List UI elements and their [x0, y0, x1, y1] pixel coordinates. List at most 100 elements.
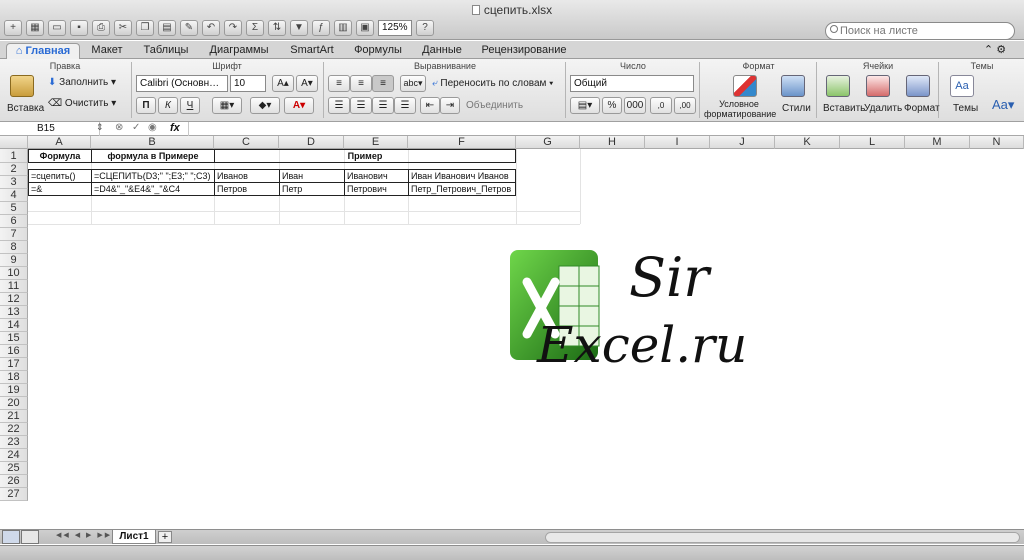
column-header-d[interactable]: D [279, 136, 344, 149]
sort-icon[interactable]: ⇅ [268, 20, 286, 36]
sheet-navigation-icon[interactable]: ◀◀ ◀ ▶ ▶▶ [56, 531, 112, 539]
percent-button[interactable]: % [602, 97, 622, 114]
column-header-f[interactable]: F [408, 136, 516, 149]
tab-tables[interactable]: Таблицы [134, 43, 198, 59]
row-header[interactable]: 14 [0, 319, 28, 332]
cell-styles-button[interactable]: Стили [782, 103, 811, 114]
function-icon[interactable]: ƒ [312, 20, 330, 36]
ribbon-collapse-icon[interactable]: ⌃ ⚙ [980, 43, 1010, 59]
tab-formulas[interactable]: Формулы [346, 43, 410, 59]
row-header[interactable]: 11 [0, 280, 28, 293]
sheet-tab-list1[interactable]: Лист1 [112, 530, 156, 544]
name-box-stepper-icon[interactable]: ⇕ [96, 122, 104, 133]
normal-view-icon[interactable] [2, 530, 20, 544]
tab-home[interactable]: ⌂ Главная [6, 43, 80, 59]
row-header[interactable]: 10 [0, 267, 28, 280]
align-right-button[interactable]: ☰ [372, 97, 394, 114]
delete-cells-icon[interactable] [866, 75, 890, 97]
row-header[interactable]: 21 [0, 410, 28, 423]
cell-e4[interactable]: Петрович [344, 182, 409, 196]
font-name-select[interactable]: Calibri (Основн… [136, 75, 228, 92]
search-input[interactable]: Поиск на листе [825, 22, 1015, 40]
cell-a4[interactable]: =& [28, 182, 92, 196]
filter-icon[interactable]: ▼ [290, 20, 308, 36]
templates-icon[interactable]: ▦ [26, 20, 44, 36]
gallery-icon[interactable]: ▥ [334, 20, 352, 36]
row-header[interactable]: 22 [0, 423, 28, 436]
row-header[interactable]: 4 [0, 189, 28, 202]
redo-icon[interactable]: ↷ [224, 20, 242, 36]
paste-clipboard-icon[interactable] [10, 75, 34, 97]
cell-f3[interactable]: Иван Иванович Иванов [408, 169, 516, 183]
column-header-n[interactable]: N [970, 136, 1024, 149]
cell-b3[interactable]: =СЦЕПИТЬ(D3;" ";E3;" ";C3) [91, 169, 215, 183]
row-header[interactable]: 26 [0, 475, 28, 488]
justify-button[interactable]: ☰ [394, 97, 416, 114]
save-icon[interactable]: ▪ [70, 20, 88, 36]
column-header-k[interactable]: K [775, 136, 840, 149]
column-header-e[interactable]: E [344, 136, 408, 149]
wrap-text-button[interactable]: ⤶ Переносить по словам ▾ [432, 78, 553, 89]
row-header[interactable]: 9 [0, 254, 28, 267]
tab-review[interactable]: Рецензирование [474, 43, 574, 59]
row-header[interactable]: 12 [0, 293, 28, 306]
paste-button[interactable]: Вставка [7, 103, 44, 114]
insert-function-button[interactable]: fx [170, 122, 180, 134]
themes-icon[interactable]: Aa [950, 75, 974, 97]
themes-button[interactable]: Темы [953, 103, 978, 114]
insert-cells-icon[interactable] [826, 75, 850, 97]
conditional-format-icon[interactable] [733, 75, 757, 97]
cut-icon[interactable]: ✂ [114, 20, 132, 36]
cell-a3[interactable]: =сцепить() [28, 169, 92, 183]
font-size-select[interactable]: 10 [230, 75, 266, 92]
align-left-button[interactable]: ☰ [328, 97, 350, 114]
cell-b4[interactable]: =D4&"_"&E4&"_"&C4 [91, 182, 215, 196]
increase-decimal-button[interactable]: ,0 [650, 97, 672, 114]
help-icon[interactable]: ? [416, 20, 434, 36]
cell-d3[interactable]: Иван [279, 169, 345, 183]
font-color-button[interactable]: A▾ [284, 97, 314, 114]
row-header[interactable]: 2 [0, 163, 28, 176]
cell-b1[interactable]: формула в Примере [91, 149, 215, 163]
format-cells-icon[interactable] [906, 75, 930, 97]
tab-layout[interactable]: Макет [82, 43, 132, 59]
decrease-decimal-button[interactable]: ,00 [674, 97, 696, 114]
column-header-l[interactable]: L [840, 136, 905, 149]
name-box[interactable]: B15 [0, 122, 100, 136]
clear-button[interactable]: ⌫ Очистить ▾ [48, 98, 116, 109]
zoom-select[interactable]: 125% [378, 20, 412, 36]
accounting-format-button[interactable]: ▤▾ [570, 97, 600, 114]
comma-style-button[interactable]: 000 [624, 97, 646, 114]
column-header-a[interactable]: A [28, 136, 91, 149]
bold-button[interactable]: П [136, 97, 156, 114]
borders-button[interactable]: ▦▾ [212, 97, 242, 114]
select-all-corner[interactable] [0, 136, 28, 149]
underline-button[interactable]: Ч [180, 97, 200, 114]
row-header[interactable]: 19 [0, 384, 28, 397]
italic-button[interactable]: К [158, 97, 178, 114]
column-header-i[interactable]: I [645, 136, 710, 149]
row-header[interactable]: 8 [0, 241, 28, 254]
new-icon[interactable]: + [4, 20, 22, 36]
theme-fonts-icon[interactable]: Aa▾ [992, 97, 1014, 113]
column-header-b[interactable]: B [91, 136, 214, 149]
align-center-button[interactable]: ☰ [350, 97, 372, 114]
decrease-indent-button[interactable]: ⇤ [420, 97, 440, 114]
delete-cells-button[interactable]: Удалить [864, 103, 902, 114]
column-header-h[interactable]: H [580, 136, 645, 149]
align-bottom-button[interactable]: ≡ [372, 75, 394, 92]
row-header[interactable]: 27 [0, 488, 28, 501]
cell-c1-merged[interactable]: Пример [214, 149, 516, 163]
cell-d4[interactable]: Петр [279, 182, 345, 196]
tab-data[interactable]: Данные [412, 43, 472, 59]
undo-icon[interactable]: ↶ [202, 20, 220, 36]
increase-indent-button[interactable]: ⇥ [440, 97, 460, 114]
horizontal-scrollbar[interactable] [545, 532, 1020, 543]
cell-styles-icon[interactable] [781, 75, 805, 97]
column-header-m[interactable]: M [905, 136, 970, 149]
formula-input[interactable] [188, 122, 1008, 136]
row-header[interactable]: 18 [0, 371, 28, 384]
row-header[interactable]: 16 [0, 345, 28, 358]
toolbox-icon[interactable]: ▣ [356, 20, 374, 36]
edit-formula-icon[interactable]: ◉ [148, 122, 157, 133]
